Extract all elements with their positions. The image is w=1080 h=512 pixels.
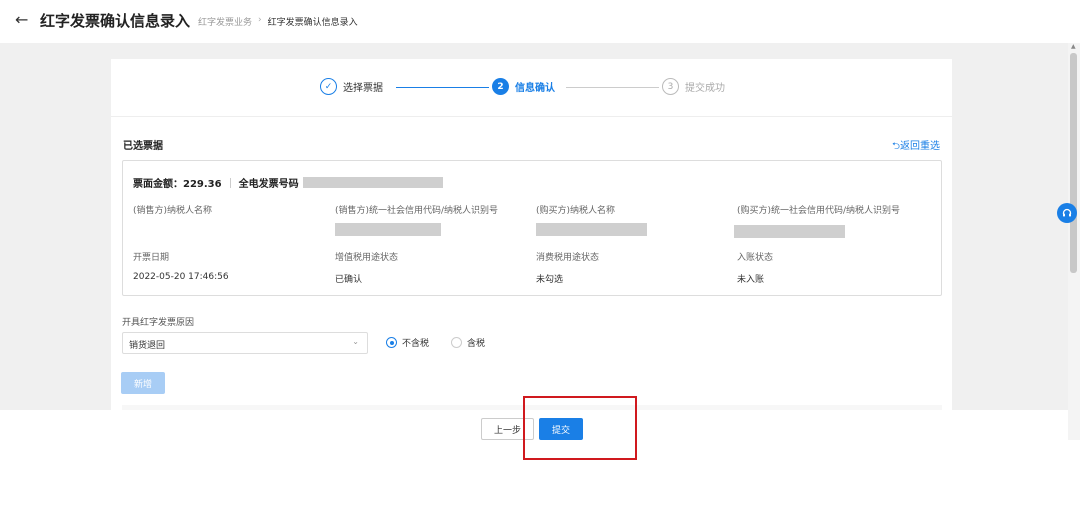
seller-id-label: (销售方)统一社会信用代码/纳税人识别号 xyxy=(335,206,499,216)
vertical-scrollbar[interactable]: ▲ xyxy=(1068,43,1080,440)
scrollbar-thumb[interactable] xyxy=(1070,53,1077,273)
chevron-down-icon: ⌄ xyxy=(352,337,359,346)
radio-tax-exclusive-label: 不含税 xyxy=(402,339,430,349)
customer-service-icon[interactable] xyxy=(1057,203,1077,223)
highlight-annotation-box xyxy=(523,396,637,460)
buyer-id-label: (购买方)统一社会信用代码/纳税人识别号 xyxy=(737,206,901,216)
page: ← 红字发票确认信息录入 红字发票业务 › 红字发票确认信息录入 ▲ ✓ 选择票… xyxy=(0,0,1080,512)
step-indicator: ✓ 选择票据 2 信息确认 3 提交成功 xyxy=(111,59,952,117)
red-invoice-reason-select[interactable]: 销货退回 ⌄ xyxy=(122,332,368,354)
booking-status-value: 未入账 xyxy=(737,275,765,285)
radio-unchecked-icon xyxy=(451,337,462,348)
consumption-tax-status-value: 未勾选 xyxy=(536,275,564,285)
seller-name-label: (销售方)纳税人名称 xyxy=(133,206,213,216)
masked-buyer-name xyxy=(536,223,647,236)
masked-invoice-number xyxy=(302,177,443,188)
step-1-label: 选择票据 xyxy=(343,83,383,94)
breadcrumb-item-parent[interactable]: 红字发票业务 xyxy=(198,15,252,28)
breadcrumb: 红字发票业务 › 红字发票确认信息录入 xyxy=(198,15,358,28)
radio-tax-inclusive-label: 含税 xyxy=(467,339,486,349)
issue-date-value: 2022-05-20 17:46:56 xyxy=(133,272,229,282)
breadcrumb-separator-icon: › xyxy=(258,15,262,25)
booking-status-label: 入账状态 xyxy=(737,253,774,263)
amount-row: 票面金额：229.36 全电发票号码 xyxy=(133,175,443,190)
vat-status-label: 增值税用途状态 xyxy=(335,253,399,263)
radio-checked-icon xyxy=(386,337,397,348)
return-arrow-icon: ⮌ xyxy=(891,141,900,152)
amount-divider xyxy=(229,177,231,188)
step-2-number: 2 xyxy=(492,78,509,95)
top-header: ← 红字发票确认信息录入 红字发票业务 › 红字发票确认信息录入 xyxy=(0,0,1080,43)
issue-date-label: 开票日期 xyxy=(133,253,170,263)
breadcrumb-item-current: 红字发票确认信息录入 xyxy=(267,18,358,28)
step-connector-1 xyxy=(396,87,489,88)
page-title: 红字发票确认信息录入 xyxy=(40,12,191,30)
step-3: 3 提交成功 xyxy=(662,78,725,95)
main-card: ✓ 选择票据 2 信息确认 3 提交成功 已选票据 ⮌返回重选 票面金额：229… xyxy=(111,59,952,410)
step-2-label: 信息确认 xyxy=(515,83,555,94)
red-invoice-reason-label: 开具红字发票原因 xyxy=(122,318,195,328)
masked-seller-id xyxy=(335,223,441,236)
reason-selected-value: 销货退回 xyxy=(129,341,166,351)
step-connector-2 xyxy=(566,87,659,88)
invoice-info-box: 票面金额：229.36 全电发票号码 (销售方)纳税人名称 (销售方)统一社会信… xyxy=(122,160,942,296)
step-1: ✓ 选择票据 xyxy=(320,78,383,95)
scroll-up-icon[interactable]: ▲ xyxy=(1071,43,1076,50)
buyer-name-label: (购买方)纳税人名称 xyxy=(536,206,616,216)
reselect-link[interactable]: ⮌返回重选 xyxy=(892,137,940,156)
reselect-label: 返回重选 xyxy=(900,141,940,152)
step-3-number: 3 xyxy=(662,78,679,95)
add-button[interactable]: 新增 xyxy=(121,372,165,394)
radio-tax-inclusive[interactable]: 含税 xyxy=(451,336,485,349)
invoice-number-label: 全电发票号码 xyxy=(238,179,299,190)
back-arrow-icon[interactable]: ← xyxy=(15,10,28,29)
consumption-tax-status-label: 消费税用途状态 xyxy=(536,253,600,263)
step-2: 2 信息确认 xyxy=(492,78,555,95)
selected-invoices-title: 已选票据 xyxy=(123,141,163,152)
vat-status-value: 已确认 xyxy=(335,275,363,285)
check-circle-icon: ✓ xyxy=(320,78,337,95)
masked-buyer-id xyxy=(734,225,845,238)
step-3-label: 提交成功 xyxy=(685,83,725,94)
amount-label: 票面金额：229.36 xyxy=(133,179,222,190)
radio-tax-exclusive[interactable]: 不含税 xyxy=(386,336,429,349)
